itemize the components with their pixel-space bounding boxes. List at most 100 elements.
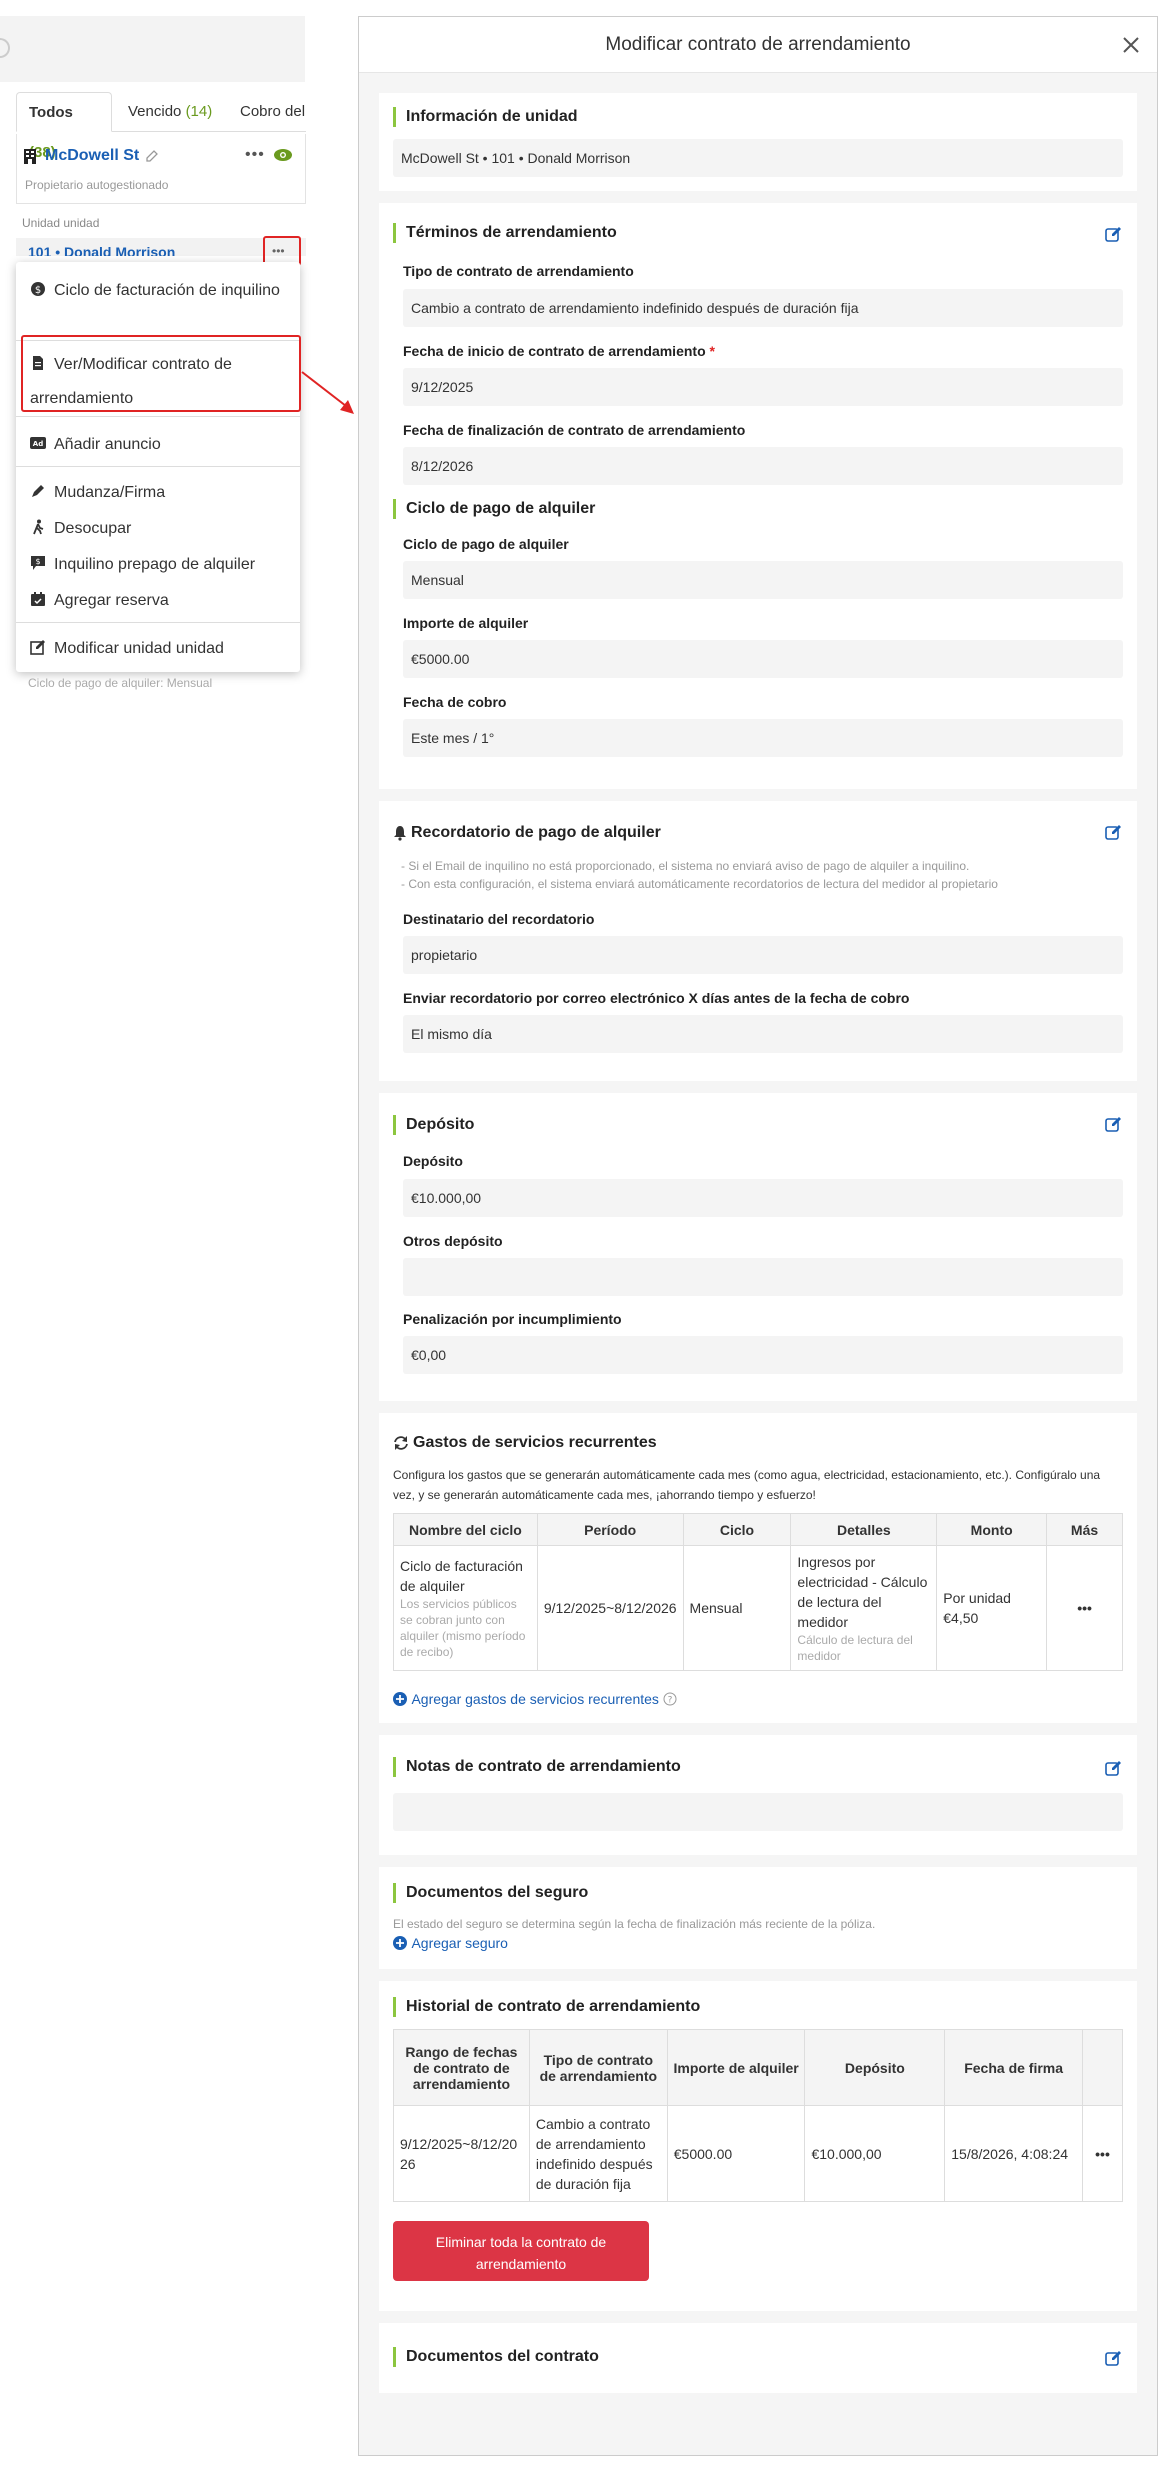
rent-cycle-footer: Ciclo de pago de alquiler: Mensual xyxy=(28,676,213,690)
callout-arrow-to-modal xyxy=(301,371,354,414)
rent-amount-label: Importe de alquiler xyxy=(403,615,529,631)
tab-collection[interactable]: Cobro del a xyxy=(228,92,306,132)
menu-item-move-in[interactable]: Mudanza/Firma xyxy=(16,474,300,512)
bell-icon xyxy=(394,826,406,841)
penalty-value: €0,00 xyxy=(403,1336,1123,1374)
menu-item-add-reservation[interactable]: Agregar reserva xyxy=(16,582,300,620)
reminder-note-2: - Con esta configuración, el sistema env… xyxy=(401,877,998,891)
property-subtitle: Propietario autogestionado xyxy=(25,178,169,192)
section-title-reminder: Recordatorio de pago de alquiler xyxy=(411,824,661,841)
table-row: 9/12/2025~8/12/2026 Cambio a contrato de… xyxy=(393,2105,1123,2202)
tab-all[interactable]: Todos (38) xyxy=(16,92,112,161)
col-header: Monto xyxy=(936,1513,1048,1546)
period-cell: 9/12/2025~8/12/2026 xyxy=(536,1545,684,1671)
col-header: Más xyxy=(1046,1513,1123,1546)
menu-item-add-listing[interactable]: Ad Añadir anuncio xyxy=(16,426,300,464)
callout-box-menu-item xyxy=(21,335,301,412)
lease-history-section: Historial de contrato de arrendamiento R… xyxy=(379,1981,1137,2311)
calendar-check-icon xyxy=(31,592,45,606)
close-icon[interactable] xyxy=(1121,35,1141,55)
reminder-note-1: - Si el Email de inquilino no está propo… xyxy=(401,859,970,873)
lease-modal: Modificar contrato de arrendamiento Info… xyxy=(358,16,1158,2456)
section-title-insurance: Documentos del seguro xyxy=(393,1883,588,1903)
insurance-note: El estado del seguro se determina según … xyxy=(393,1917,876,1931)
unit-section-label: Unidad unidad xyxy=(22,216,100,230)
date-range-cell: 9/12/2025~8/12/2026 xyxy=(393,2105,530,2202)
col-header xyxy=(1082,2029,1123,2106)
menu-item-prepay-rent[interactable]: $ Inquilino prepago de alquiler xyxy=(16,546,300,584)
edit-icon[interactable] xyxy=(1105,823,1123,841)
ad-icon: Ad xyxy=(30,437,46,449)
rent-amount-cell: €5000.00 xyxy=(666,2105,806,2202)
unit-action-menu: $ Ciclo de facturación de inquilino Ver/M… xyxy=(16,262,300,672)
plus-circle-icon xyxy=(393,1692,407,1706)
contract-documents-section: Documentos del contrato xyxy=(379,2323,1137,2393)
section-title-recurring: Gastos de servicios recurrentes xyxy=(413,1434,657,1451)
tab-overdue[interactable]: Vencido (14) xyxy=(116,92,224,132)
col-header: Importe de alquiler xyxy=(666,2029,806,2106)
col-header: Tipo de contrato de arrendamiento xyxy=(528,2029,668,2106)
unit-row-link[interactable]: 101 • Donald Morrison xyxy=(28,244,175,256)
cycle-cell: Mensual xyxy=(682,1545,792,1671)
section-title-terms: Términos de arrendamiento xyxy=(393,223,617,243)
menu-divider xyxy=(16,416,300,417)
history-table: Rango de fechas de contrato de arrendami… xyxy=(393,2029,1123,2202)
edit-icon[interactable] xyxy=(1105,1115,1123,1133)
help-icon[interactable]: ? xyxy=(663,1692,677,1706)
more-icon[interactable]: ••• xyxy=(1082,2105,1123,2202)
property-name-link[interactable]: McDowell St xyxy=(45,147,139,165)
section-title-documents: Documentos del contrato xyxy=(393,2347,599,2367)
plus-circle-icon xyxy=(393,1936,407,1950)
rent-cycle-label: Ciclo de pago de alquiler xyxy=(403,536,569,552)
more-icon[interactable]: ••• xyxy=(1046,1545,1123,1671)
start-date-label: Fecha de inicio de contrato de arrendami… xyxy=(403,343,715,359)
edit-icon[interactable] xyxy=(1105,1759,1123,1777)
edit-icon[interactable] xyxy=(1105,225,1123,243)
property-card: McDowell St Propietario autogestionado •… xyxy=(16,134,306,204)
signed-date-cell: 15/8/2026, 4:08:24 xyxy=(944,2105,1084,2202)
deposit-label: Depósito xyxy=(403,1153,463,1169)
section-title-notes: Notas de contrato de arrendamiento xyxy=(393,1757,681,1777)
unit-info-section: Información de unidad McDowell St • 101 … xyxy=(379,93,1137,191)
modal-header: Modificar contrato de arrendamiento xyxy=(359,17,1157,73)
col-header: Fecha de firma xyxy=(944,2029,1084,2106)
end-date-value: 8/12/2026 xyxy=(403,447,1123,485)
svg-text:?: ? xyxy=(668,1696,673,1706)
menu-item-modify-unit[interactable]: Modificar unidad unidad xyxy=(16,630,300,668)
menu-divider xyxy=(16,466,300,467)
money-message-icon: $ xyxy=(31,556,45,570)
cycle-name-cell: Ciclo de facturación de alquiler Los serv… xyxy=(393,1545,538,1671)
delete-all-leases-button[interactable]: Eliminar toda la contrato de arrendamien… xyxy=(393,2221,649,2281)
col-header: Rango de fechas de contrato de arrendami… xyxy=(393,2029,530,2106)
section-title-rent-cycle: Ciclo de pago de alquiler xyxy=(393,499,595,519)
more-icon[interactable]: ••• xyxy=(245,146,265,164)
col-header: Período xyxy=(536,1513,684,1546)
reminder-section: Recordatorio de pago de alquiler - Si el… xyxy=(379,801,1137,1081)
unit-more-icon[interactable]: ••• xyxy=(272,244,285,258)
reminder-days-value: El mismo día xyxy=(403,1015,1123,1053)
col-header: Ciclo xyxy=(682,1513,792,1546)
required-marker: * xyxy=(709,343,715,359)
deposit-value: €10.000,00 xyxy=(403,1179,1123,1217)
edit-icon[interactable] xyxy=(145,149,159,163)
svg-text:Ad: Ad xyxy=(33,440,43,448)
other-deposit-value xyxy=(403,1258,1123,1296)
edit-icon[interactable] xyxy=(1105,2349,1123,2367)
eye-icon[interactable] xyxy=(273,148,293,162)
lease-terms-section: Términos de arrendamiento Tipo de contra… xyxy=(379,203,1137,789)
menu-item-billing-cycle[interactable]: $ Ciclo de facturación de inquilino xyxy=(16,268,300,314)
menu-item-vacate[interactable]: Desocupar xyxy=(16,510,300,548)
dollar-icon: $ xyxy=(31,282,45,296)
edit-square-icon xyxy=(30,640,45,655)
lease-type-label: Tipo de contrato de arrendamiento xyxy=(403,263,634,279)
add-insurance-link[interactable]: Agregar seguro xyxy=(393,1935,508,1953)
status-tabs: Todos (38) Vencido (14) Cobro del a xyxy=(16,92,306,161)
pen-icon xyxy=(32,485,44,497)
menu-divider xyxy=(16,622,300,623)
unit-info-value: McDowell St • 101 • Donald Morrison xyxy=(393,139,1123,177)
section-title-unit-info: Información de unidad xyxy=(393,107,578,127)
add-recurring-link[interactable]: Agregar gastos de servicios recurrentes … xyxy=(393,1691,677,1709)
recurring-table: Nombre del ciclo Período Ciclo Detalles … xyxy=(393,1513,1123,1671)
col-header: Depósito xyxy=(804,2029,946,2106)
insurance-section: Documentos del seguro El estado del segu… xyxy=(379,1867,1137,1969)
